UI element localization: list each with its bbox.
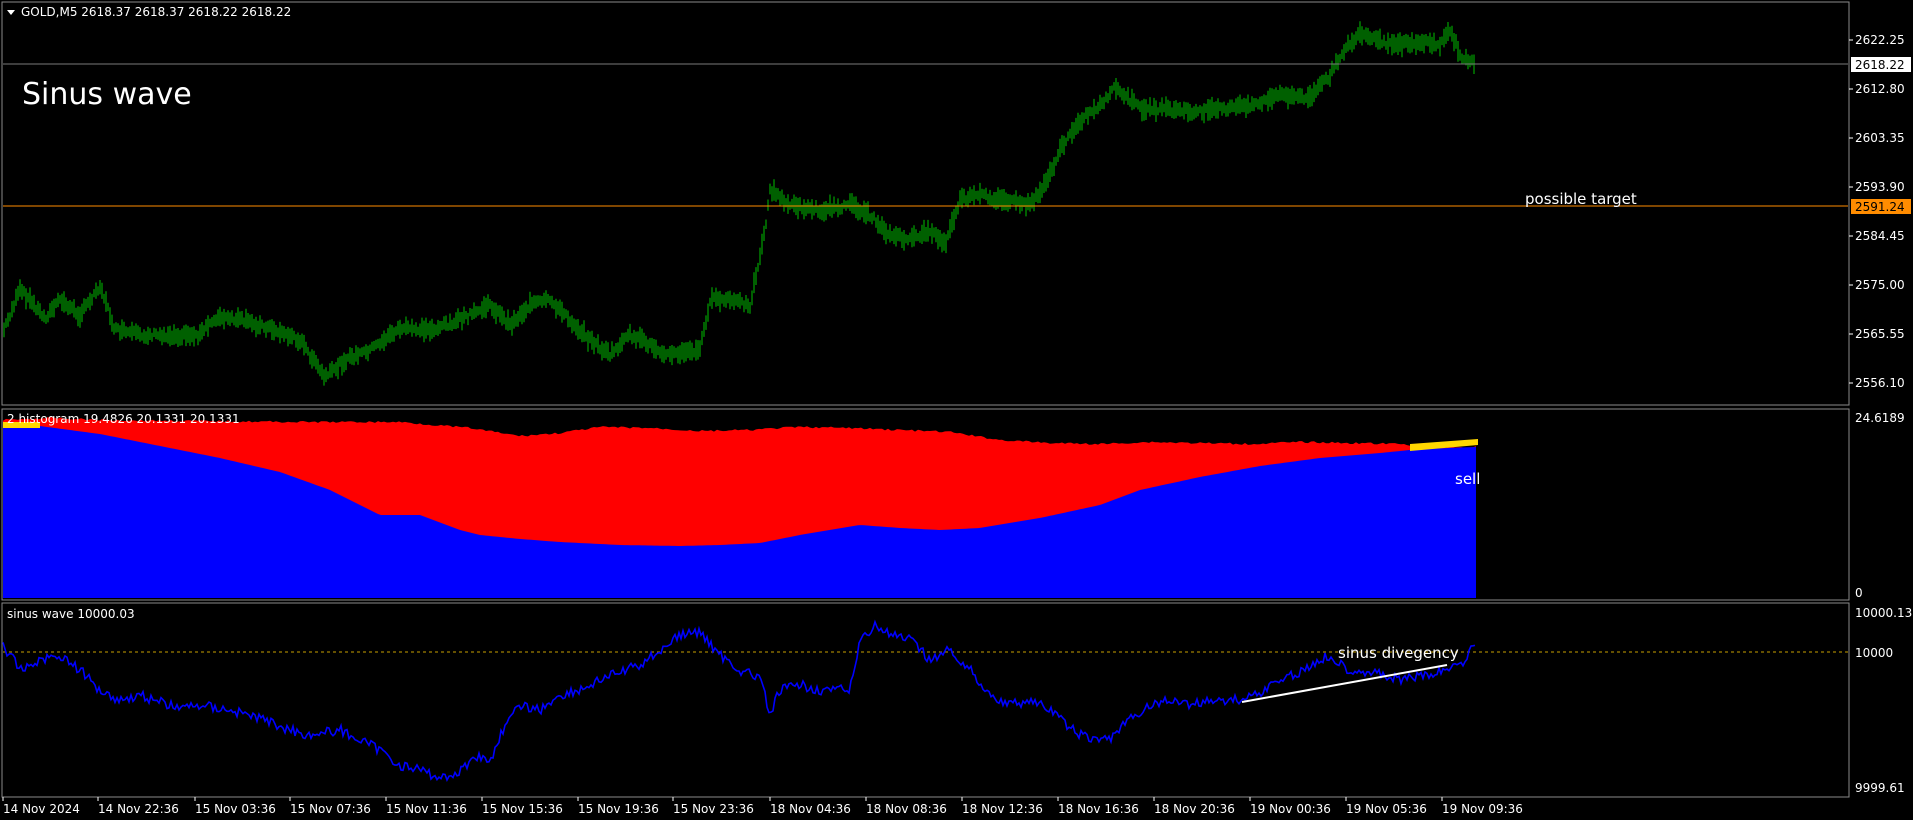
price-candles: [3, 21, 1475, 386]
price-tick-label: 2603.35: [1855, 131, 1905, 145]
sell-signal-label: sell: [1455, 470, 1480, 488]
price-tick-label: 2575.00: [1855, 278, 1905, 292]
time-tick-label: 19 Nov 00:36: [1250, 802, 1331, 816]
sine-tick-top: 10000.13: [1855, 606, 1912, 620]
histogram-tick-top: 24.6189: [1855, 411, 1905, 425]
time-tick-label: 14 Nov 2024: [3, 802, 80, 816]
sine-panel-frame[interactable]: [1, 602, 1850, 798]
price-tick-label: 2556.10: [1855, 376, 1905, 390]
sine-tick-bottom: 9999.61: [1855, 781, 1905, 795]
target-note: possible target: [1525, 190, 1637, 208]
symbol-header: GOLD,M5 2618.37 2618.37 2618.22 2618.22: [21, 5, 291, 19]
price-tick-label: 2593.90: [1855, 180, 1905, 194]
time-tick-label: 15 Nov 07:36: [290, 802, 371, 816]
time-tick-label: 15 Nov 11:36: [386, 802, 467, 816]
time-tick-label: 18 Nov 20:36: [1154, 802, 1235, 816]
time-tick-label: 15 Nov 19:36: [578, 802, 659, 816]
time-tick-label: 18 Nov 04:36: [770, 802, 851, 816]
sine-header: sinus wave 10000.03: [7, 607, 135, 621]
time-tick-label: 15 Nov 23:36: [673, 802, 754, 816]
time-tick-label: 19 Nov 05:36: [1346, 802, 1427, 816]
trading-chart[interactable]: 2622.25 2612.80 2603.35 2593.90 2584.45 2575.…: [0, 0, 1913, 820]
chart-title: Sinus wave: [22, 77, 192, 112]
price-tick-label: 2565.55: [1855, 327, 1905, 341]
target-price-label: 2591.24: [1855, 200, 1905, 214]
histogram-header: 2 histogram 19.4826 20.1331 20.1331: [7, 412, 240, 426]
time-tick-label: 19 Nov 09:36: [1442, 802, 1523, 816]
price-tick-label: 2584.45: [1855, 229, 1905, 243]
price-panel-header: GOLD,M5 2618.37 2618.37 2618.22 2618.22: [7, 5, 291, 19]
time-tick-label: 15 Nov 15:36: [482, 802, 563, 816]
time-tick-label: 18 Nov 12:36: [962, 802, 1043, 816]
histogram-tick-bottom: 0: [1855, 586, 1863, 600]
time-tick-label: 15 Nov 03:36: [195, 802, 276, 816]
divergence-annotation: sinus divegency: [1338, 644, 1459, 662]
price-tick-label: 2612.80: [1855, 82, 1905, 96]
price-tick-label: 2622.25: [1855, 33, 1905, 47]
sine-tick-mid: 10000: [1855, 646, 1893, 660]
current-price-label: 2618.22: [1855, 58, 1905, 72]
collapse-triangle-icon[interactable]: [7, 10, 15, 15]
time-tick-label: 18 Nov 08:36: [866, 802, 947, 816]
sine-wave-line: [2, 619, 1476, 782]
time-tick-label: 18 Nov 16:36: [1058, 802, 1139, 816]
time-tick-label: 14 Nov 22:36: [98, 802, 179, 816]
divergence-line[interactable]: [1241, 664, 1448, 703]
